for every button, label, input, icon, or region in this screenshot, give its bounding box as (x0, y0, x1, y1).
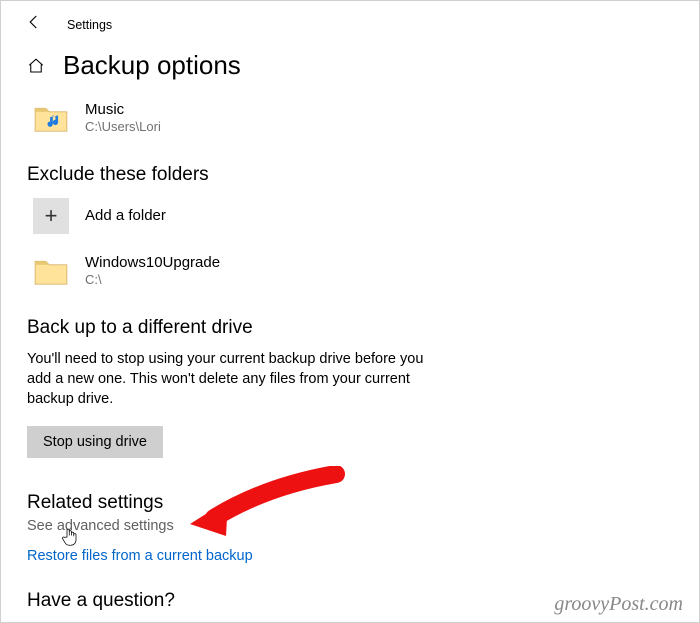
add-folder-button[interactable]: + Add a folder (27, 196, 675, 242)
exclude-heading: Exclude these folders (27, 164, 675, 186)
back-arrow-icon[interactable] (25, 13, 47, 36)
diff-drive-description: You'll need to stop using your current b… (27, 349, 447, 410)
home-icon[interactable] (27, 57, 45, 75)
restore-files-link[interactable]: Restore files from a current backup (27, 548, 675, 564)
window-title: Settings (67, 18, 112, 32)
see-advanced-settings-link[interactable]: See advanced settings (27, 518, 675, 534)
folder-path: C:\Users\Lori (85, 119, 161, 136)
folder-icon (33, 256, 69, 286)
music-folder-icon (33, 103, 69, 133)
plus-icon: + (33, 198, 69, 234)
diff-drive-heading: Back up to a different drive (27, 317, 675, 339)
folder-name: Music (85, 101, 161, 119)
backup-folder-item[interactable]: Music C:\Users\Lori (27, 99, 675, 146)
add-folder-label: Add a folder (85, 207, 166, 224)
page-title: Backup options (63, 50, 241, 81)
watermark: groovyPost.com (554, 593, 683, 616)
window-header: Settings (1, 1, 699, 40)
stop-using-drive-button[interactable]: Stop using drive (27, 426, 163, 458)
related-heading: Related settings (27, 492, 675, 514)
folder-path: C:\ (85, 272, 220, 289)
folder-name: Windows10Upgrade (85, 254, 220, 272)
excluded-folder-item[interactable]: Windows10Upgrade C:\ (27, 252, 675, 299)
